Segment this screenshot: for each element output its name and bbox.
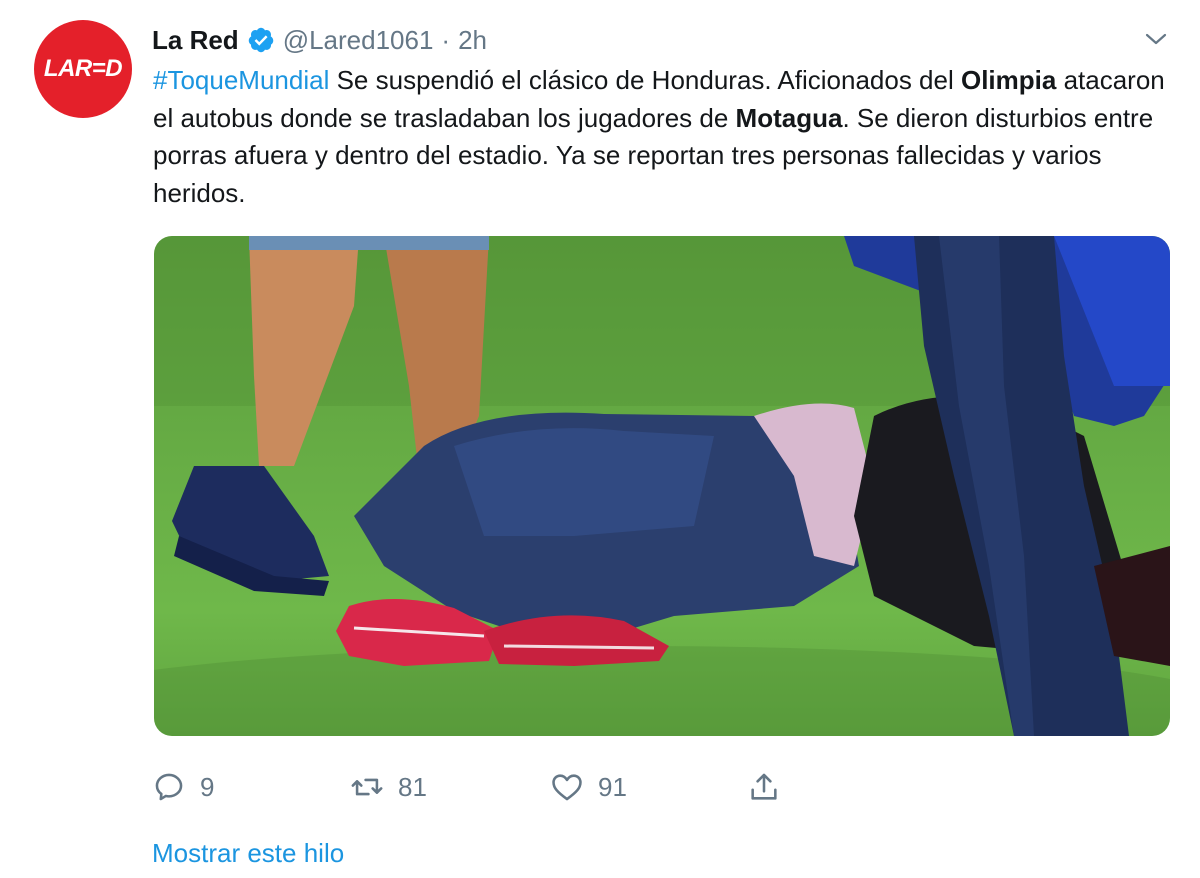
reply-count: 9: [200, 771, 215, 802]
tweet-media-image[interactable]: [154, 236, 1170, 736]
like-icon: [552, 774, 582, 801]
chevron-down-icon[interactable]: [1144, 30, 1168, 48]
hashtag-link[interactable]: #ToqueMundial: [153, 65, 329, 95]
avatar-logo-text: LAR=D: [43, 55, 123, 82]
like-count: 91: [598, 771, 627, 802]
tweet-text-part-1: Se suspendió el clásico de Honduras. Afi…: [329, 65, 961, 95]
tweet-text: #ToqueMundial Se suspendió el clásico de…: [153, 62, 1173, 212]
separator-dot: ·: [441, 24, 451, 55]
tweet-bold-motagua: Motagua: [735, 102, 843, 133]
share-icon: [751, 773, 777, 800]
share-button[interactable]: [747, 764, 781, 810]
retweet-count: 81: [398, 771, 427, 802]
tweet-header: La Red @Lared1061 · 2h: [152, 22, 487, 58]
retweet-button[interactable]: 81: [350, 764, 427, 810]
retweet-icon: [351, 778, 383, 796]
account-handle[interactable]: @Lared1061: [283, 25, 434, 56]
like-button[interactable]: 91: [550, 764, 627, 810]
verified-badge-icon: [248, 27, 273, 53]
tweet-time[interactable]: 2h: [458, 25, 487, 56]
tweet-bold-olimpia: Olimpia: [960, 65, 1057, 95]
tweet-actions: 9 81 91: [152, 764, 792, 810]
account-name[interactable]: La Red: [152, 25, 239, 56]
media-photo-illustration: [154, 236, 1170, 736]
reply-icon: [155, 773, 183, 801]
reply-button[interactable]: 9: [152, 764, 214, 810]
avatar[interactable]: LAR=D: [34, 20, 132, 118]
show-thread-link[interactable]: Mostrar este hilo: [152, 838, 344, 869]
